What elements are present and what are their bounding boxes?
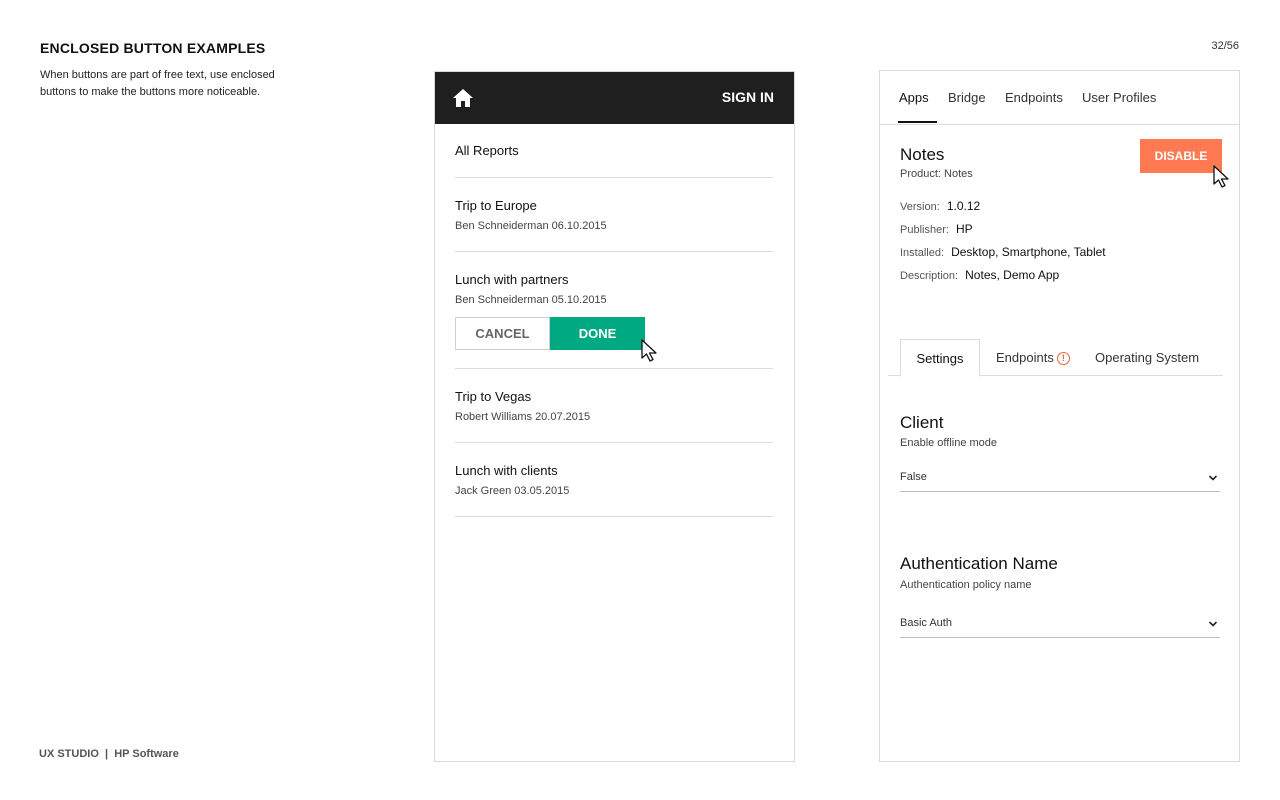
authentication-select[interactable]: Basic Auth [900, 617, 1220, 638]
property-row: Description: Notes, Demo App [900, 268, 1220, 291]
footer-brand: UX STUDIO [39, 748, 99, 760]
tab-endpoints-label: Endpoints [996, 350, 1054, 365]
tab-operating-system[interactable]: Operating System [1095, 339, 1199, 375]
authentication-value: Basic Auth [900, 617, 952, 629]
list-item[interactable]: Trip to Europe Ben Schneiderman 06.10.20… [455, 178, 773, 252]
mobile-top-bar: SIGN IN [435, 72, 794, 124]
footer-product: HP Software [114, 748, 179, 760]
app-detail-panel: Apps Bridge Endpoints User Profiles Note… [879, 70, 1240, 762]
report-meta: Jack Green 03.05.2015 [455, 485, 570, 497]
property-key: Version: [900, 201, 940, 213]
property-value: Desktop, Smartphone, Tablet [951, 245, 1106, 259]
report-title: Lunch with clients [455, 463, 558, 478]
footer: UX STUDIO | HP Software [39, 748, 179, 760]
tab-bridge[interactable]: Bridge [948, 90, 986, 105]
done-button[interactable]: DONE [550, 317, 645, 350]
page-number: 32/56 [1211, 40, 1239, 52]
tab-endpoints-sub[interactable]: Endpoints! [996, 339, 1070, 375]
enclosed-button-group: CANCEL DONE [455, 317, 773, 362]
list-item[interactable]: Lunch with clients Jack Green 03.05.2015 [455, 443, 773, 517]
report-meta: Ben Schneiderman 06.10.2015 [455, 220, 607, 232]
mouse-cursor-icon [641, 339, 657, 362]
tab-settings[interactable]: Settings [900, 339, 980, 377]
property-row: Publisher: HP [900, 222, 1220, 245]
property-row: Version: 1.0.12 [900, 199, 1220, 222]
report-meta: Ben Schneiderman 05.10.2015 [455, 294, 607, 306]
property-key: Description: [900, 270, 959, 282]
top-tab-bar: Apps Bridge Endpoints User Profiles [880, 71, 1239, 125]
chevron-down-icon [1208, 475, 1218, 481]
list-item[interactable]: Trip to Vegas Robert Williams 20.07.2015 [455, 369, 773, 443]
chevron-down-icon [1208, 621, 1218, 627]
page-title: ENCLOSED BUTTON EXAMPLES [40, 40, 266, 56]
property-key: Installed: [900, 247, 945, 259]
mobile-reports-panel: SIGN IN All Reports Trip to Europe Ben S… [434, 71, 795, 762]
tab-user-profiles[interactable]: User Profiles [1082, 90, 1156, 105]
disable-button[interactable]: DISABLE [1140, 139, 1222, 173]
app-product: Product: Notes [900, 168, 973, 180]
tab-endpoints[interactable]: Endpoints [1005, 90, 1063, 105]
offline-mode-select[interactable]: False [900, 471, 1220, 492]
client-section-subtitle: Enable offline mode [900, 437, 998, 449]
property-row: Installed: Desktop, Smartphone, Tablet [900, 245, 1220, 268]
report-title: Lunch with partners [455, 272, 569, 287]
settings-tab-bar: Settings Endpoints! Operating System [888, 339, 1223, 377]
property-value: HP [955, 222, 973, 236]
property-key: Publisher: [900, 224, 949, 236]
mouse-cursor-icon [1213, 165, 1229, 188]
report-list: All Reports Trip to Europe Ben Schneider… [455, 124, 773, 517]
auth-section-subtitle: Authentication policy name [900, 579, 1032, 591]
active-tab-indicator [898, 121, 937, 123]
app-properties: Version: 1.0.12 Publisher: HP Installed:… [900, 199, 1220, 291]
cancel-button[interactable]: CANCEL [455, 317, 550, 350]
property-value: 1.0.12 [946, 199, 981, 213]
report-title: Trip to Vegas [455, 389, 532, 404]
tab-apps[interactable]: Apps [899, 90, 929, 105]
client-section-title: Client [900, 413, 944, 432]
sign-in-link[interactable]: SIGN IN [722, 89, 774, 105]
home-icon[interactable] [452, 88, 474, 108]
page-description: When buttons are part of free text, use … [40, 69, 275, 98]
report-meta: Robert Williams 20.07.2015 [455, 411, 591, 423]
report-title: Trip to Europe [455, 198, 537, 213]
offline-mode-value: False [900, 471, 927, 483]
property-value: Notes, Demo App [965, 268, 1060, 282]
all-reports-link[interactable]: All Reports [455, 124, 773, 178]
footer-separator: | [105, 748, 109, 760]
warning-icon: ! [1056, 352, 1070, 365]
app-name: Notes [900, 145, 945, 164]
list-item[interactable]: Lunch with partners Ben Schneiderman 05.… [455, 252, 773, 369]
auth-section-title: Authentication Name [900, 554, 1058, 573]
